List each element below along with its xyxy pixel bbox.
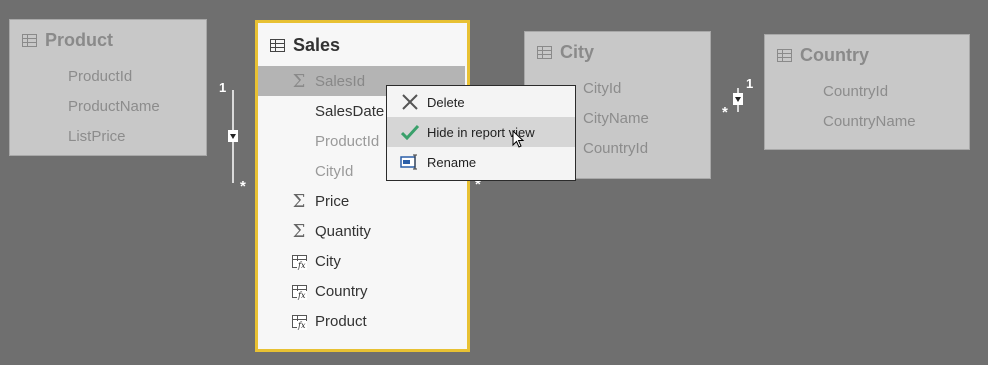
relationship-city-country[interactable] [733, 88, 743, 112]
table-card-country[interactable]: Country CountryId CountryName [764, 34, 970, 150]
table-header[interactable]: Country [777, 45, 869, 66]
context-menu: Delete Hide in report view Rename [386, 85, 576, 181]
relationship-many-label: * [240, 178, 246, 195]
calculated-column-icon: fx [288, 254, 310, 270]
checkmark-icon [399, 121, 421, 143]
field-cityid[interactable]: CityId [583, 80, 621, 97]
table-title: City [560, 42, 595, 62]
sigma-icon: Σ [292, 70, 306, 92]
field-product[interactable]: fx Product [258, 306, 465, 336]
table-header[interactable]: Product [22, 30, 113, 51]
relationship-product-sales[interactable] [228, 90, 238, 183]
relationship-many-label: * [722, 104, 728, 121]
field-productname[interactable]: ProductName [68, 98, 160, 115]
field-price[interactable]: Σ Price [258, 186, 465, 216]
field-countryid[interactable]: CountryId [583, 140, 648, 157]
relationship-one-label: 1 [746, 76, 754, 91]
field-countryid[interactable]: CountryId [823, 83, 888, 100]
table-icon [22, 34, 37, 47]
table-title: Product [45, 30, 114, 50]
x-delete-icon [399, 91, 421, 113]
menu-item-rename[interactable]: Rename [387, 147, 575, 177]
relationship-one-label: 1 [219, 80, 227, 95]
table-header[interactable]: City [537, 42, 594, 63]
field-listprice[interactable]: ListPrice [68, 128, 126, 145]
table-card-product[interactable]: Product ProductId ProductName ListPrice [9, 19, 207, 156]
calculated-column-icon: fx [288, 284, 310, 300]
field-country[interactable]: fx Country [258, 276, 465, 306]
table-icon [537, 46, 552, 59]
table-title: Country [800, 45, 869, 65]
field-quantity[interactable]: Σ Quantity [258, 216, 465, 246]
field-productid[interactable]: ProductId [68, 68, 132, 85]
field-city[interactable]: fx City [258, 246, 465, 276]
field-countryname[interactable]: CountryName [823, 113, 916, 130]
sigma-icon: Σ [292, 190, 306, 212]
table-icon [270, 39, 285, 52]
table-card-sales[interactable]: Sales Σ SalesId SalesDate ProductId City… [255, 20, 470, 352]
field-cityname[interactable]: CityName [583, 110, 649, 127]
table-title: Sales [293, 35, 341, 55]
table-icon [777, 49, 792, 62]
calculated-column-icon: fx [288, 314, 310, 330]
menu-item-delete[interactable]: Delete [387, 87, 575, 117]
table-header[interactable]: Sales [270, 35, 340, 56]
rename-icon [399, 151, 421, 173]
menu-item-hide-in-report-view[interactable]: Hide in report view [387, 117, 575, 148]
sigma-icon: Σ [292, 220, 306, 242]
